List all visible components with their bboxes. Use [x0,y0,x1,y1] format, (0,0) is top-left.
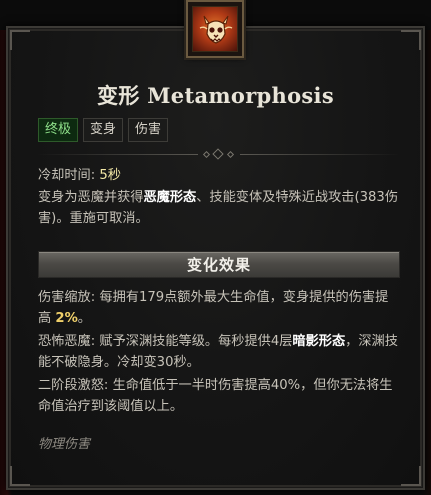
corner-ornament [401,466,421,486]
skill-title: 变形 Metamorphosis [97,83,334,108]
skill-icon-frame [186,0,244,58]
effect-text: 。 [77,311,91,326]
tag-transform: 变身 [83,118,124,142]
tooltip-stage: 变形 Metamorphosis 终极 变身 伤害 冷却时间: 5秒 变身为恶魔… [0,0,431,495]
skill-description: 变身为恶魔并获得恶魔形态、技能变体及特殊近战攻击(383伤害)。重施可取消。 [38,187,400,229]
description-keyword: 恶魔形态 [143,190,197,205]
tag-damage: 伤害 [128,118,169,142]
effect-value: 2% [55,311,78,326]
ornamental-divider [38,148,400,160]
description-text: 变身为恶魔并获得 [38,190,144,205]
demon-skull-icon [192,6,238,52]
cooldown-value: 5秒 [99,168,121,183]
effect-text: 恐怖恶魔: 赋予深渊技能等级。每秒提供4层 [38,334,293,349]
cooldown-line: 冷却时间: 5秒 [38,165,400,186]
effect-keyword: 暗影形态 [292,334,346,349]
skill-tags: 终极 变身 伤害 [38,118,169,142]
tag-ultimate: 终极 [38,118,79,142]
effect-damage-scaling: 伤害缩放: 每拥有179点额外最大生命值，变身提供的伤害提高 2%。 [38,287,400,329]
effect-terror-demon: 恐怖恶魔: 赋予深渊技能等级。每秒提供4层暗影形态，深渊技能不破隐身。冷却变30… [38,331,400,373]
effect-second-phase: 二阶段激怒: 生命值低于一半时伤害提高40%，但你无法将生命值治疗到该阈值以上。 [38,378,393,414]
corner-ornament [401,30,421,50]
section-header-modifiers: 变化效果 [38,251,400,278]
damage-type: 物理伤害 [38,437,91,452]
corner-ornament [10,466,30,486]
corner-ornament [10,30,30,50]
cooldown-label: 冷却时间: [38,168,100,183]
